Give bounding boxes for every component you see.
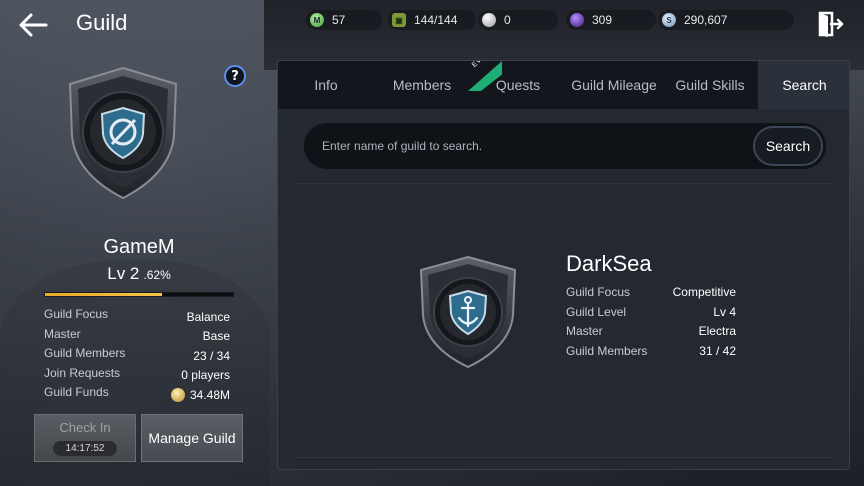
tab-guild-mileage[interactable]: Guild Mileage [566,61,662,109]
guild-exp-percent: .62% [143,268,171,282]
stat-label: Guild Funds [44,385,109,399]
exit-door-icon [818,11,844,37]
guild-funds-value: 34.48M [189,387,230,402]
stat-value: Competitive [672,285,736,299]
stat-join-requests: Join Requests 0 players [44,366,230,386]
stat-guild-focus: Guild Focus Balance [44,307,230,327]
tab-search[interactable]: Search [758,61,849,109]
currency-orb[interactable]: 309 [566,10,656,30]
tab-info[interactable]: Info [278,61,374,109]
check-in-label: Check In [59,420,111,435]
currency-mileage[interactable]: M 57 [306,10,382,30]
gold-coin-icon [170,387,185,402]
stat-value: 31 / 42 [699,343,736,358]
stamina-icon: ▣ [392,13,406,27]
stat-value: Base [202,329,230,344]
guild-exp-bar [44,292,234,297]
stat-label: Join Requests [44,365,121,380]
currency-value: 144/144 [414,13,458,27]
check-in-timer: 14:17:52 [53,441,117,456]
guild-exp-fill [45,293,162,296]
result-stat-level: Guild Level Lv 4 [566,305,736,325]
guild-search-input[interactable] [322,123,722,169]
divider-bottom [296,457,834,458]
guild-emblem-icon [68,66,178,200]
result-guild-stats: Guild Focus Competitive Guild Level Lv 4… [566,285,736,363]
tab-members[interactable]: Members [374,61,470,109]
help-button[interactable]: ? [224,65,246,87]
pearl-icon [482,13,496,27]
stat-label: Guild Level [566,304,627,319]
guild-name: GameM [103,236,175,258]
stat-value: 34.48M [170,385,230,405]
stat-label: Master [566,324,603,338]
guild-stats: Guild Focus Balance Master Base Guild Me… [44,307,230,405]
stat-label: Master [44,326,81,341]
stat-value: 0 players [181,368,230,383]
back-button[interactable] [16,8,50,42]
result-stat-master: Master Electra [566,324,736,344]
stat-value: 23 / 34 [193,348,230,363]
top-bar: Guild M 57 ▣ 144/144 0 309 S 290,607 [0,0,864,50]
exit-button[interactable] [816,10,844,38]
currency-value: 290,607 [684,13,728,27]
page-title: Guild [76,10,128,35]
guild-panel: Info Members Quests EVENT Guild Mileage … [277,60,850,470]
stat-label: Guild Members [44,346,126,360]
orb-icon [570,13,584,27]
anchor-emblem-icon [419,255,517,369]
currency-pearl[interactable]: 0 [478,10,558,30]
back-arrow-icon [19,13,48,37]
stat-value: Balance [186,309,230,324]
guild-level: Lv 2.62% [44,264,234,284]
guild-search-result[interactable]: DarkSea Guild Focus Competitive Guild Le… [408,251,748,371]
mileage-coin-icon: M [310,13,324,27]
divider-top [296,183,834,184]
stat-label: Guild Members [566,343,648,358]
stat-guild-members: Guild Members 23 / 34 [44,346,230,366]
stat-label: Guild Focus [566,285,631,299]
currency-silver[interactable]: S 290,607 [658,10,794,30]
stat-value: Electra [698,324,736,338]
question-icon: ? [231,68,239,84]
guild-search-bar: Search [304,123,826,169]
stat-value: Lv 4 [713,304,736,319]
tab-bar: Info Members Quests EVENT Guild Mileage … [278,61,849,109]
silver-icon: S [662,13,676,27]
currency-value: 0 [504,13,511,27]
stat-guild-funds: Guild Funds 34.48M [44,385,230,405]
stat-label: Guild Focus [44,307,109,321]
currency-stamina[interactable]: ▣ 144/144 [388,10,476,30]
manage-guild-button[interactable]: Manage Guild [141,414,243,462]
result-guild-name: DarkSea [566,251,652,276]
currency-value: 309 [592,13,613,27]
guild-level-value: Lv 2 [107,264,140,283]
check-in-button[interactable]: Check In 14:17:52 [34,414,136,462]
currency-value: 57 [332,13,346,27]
stat-master: Master Base [44,327,230,347]
result-stat-members: Guild Members 31 / 42 [566,344,736,364]
tab-guild-skills[interactable]: Guild Skills [662,61,758,109]
result-stat-focus: Guild Focus Competitive [566,285,736,305]
search-button[interactable]: Search [753,126,823,166]
